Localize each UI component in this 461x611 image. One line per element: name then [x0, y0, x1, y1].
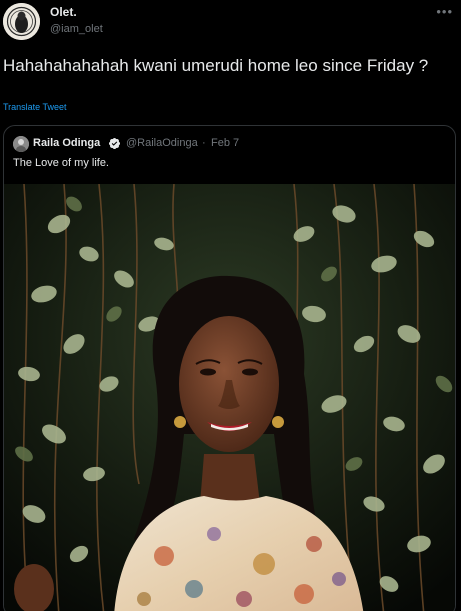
quoted-tweet-text: The Love of my life. [13, 157, 109, 169]
translate-tweet-link[interactable]: Translate Tweet [3, 102, 67, 112]
quoted-author-avatar[interactable] [13, 136, 29, 152]
meta-separator: · [202, 137, 206, 149]
quoted-tweet[interactable]: Raila Odinga @RailaOdinga · Feb 7 The Lo… [3, 125, 456, 611]
quoted-tweet-date[interactable]: Feb 7 [211, 137, 239, 149]
quoted-author-name[interactable]: Raila Odinga [33, 137, 100, 149]
quoted-author-handle[interactable]: @RailaOdinga [126, 137, 198, 149]
avatar-image [3, 3, 40, 40]
tweet-card: Olet. @iam_olet ••• Hahahahahahah kwani … [0, 0, 461, 611]
author-display-name[interactable]: Olet. [50, 5, 77, 19]
quoted-tweet-photo[interactable] [4, 184, 455, 611]
author-handle[interactable]: @iam_olet [50, 23, 103, 35]
more-options-icon[interactable]: ••• [436, 4, 453, 19]
verified-badge-icon [108, 137, 121, 150]
quoted-avatar-image [13, 136, 29, 152]
tweet-text: Hahahahahahah kwani umerudi home leo sin… [3, 56, 429, 75]
author-avatar[interactable] [3, 3, 40, 40]
tweet-header: Olet. @iam_olet ••• [0, 0, 461, 48]
